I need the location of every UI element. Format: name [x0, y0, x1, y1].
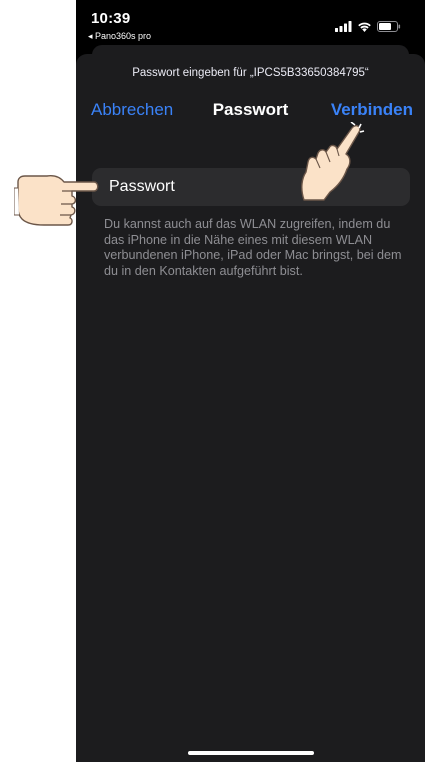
back-to-app-link[interactable]: ◂ Pano360s pro: [88, 31, 151, 42]
home-indicator[interactable]: [188, 751, 314, 755]
pointing-hand-tapping-connect: [301, 122, 365, 201]
password-prompt: Passwort eingeben für „IPCS5B33650384795…: [132, 67, 369, 79]
wifi-sharing-hint: Du kannst auch auf das WLAN zugreifen, i…: [104, 217, 402, 278]
connect-button[interactable]: Verbinden: [331, 100, 413, 120]
status-bar: 10:39 ◂ Pano360s pro: [76, 0, 425, 46]
battery-icon: [377, 21, 401, 32]
page-title-text: Passwort: [212, 100, 289, 119]
password-sheet: Passwort eingeben für „IPCS5B33650384795…: [76, 54, 425, 762]
cancel-button[interactable]: Abbrechen: [91, 100, 173, 120]
phone-screen: 10:39 ◂ Pano360s pro Passwort eingeben f…: [76, 0, 425, 762]
pointing-hand-left: [14, 175, 99, 226]
status-icons: [335, 21, 401, 32]
cellular-signal-icon: [335, 21, 352, 32]
sheet-navbar: Abbrechen Passwort Verbinden: [76, 100, 425, 126]
wifi-icon: [358, 22, 371, 32]
status-time: 10:39: [91, 10, 131, 27]
